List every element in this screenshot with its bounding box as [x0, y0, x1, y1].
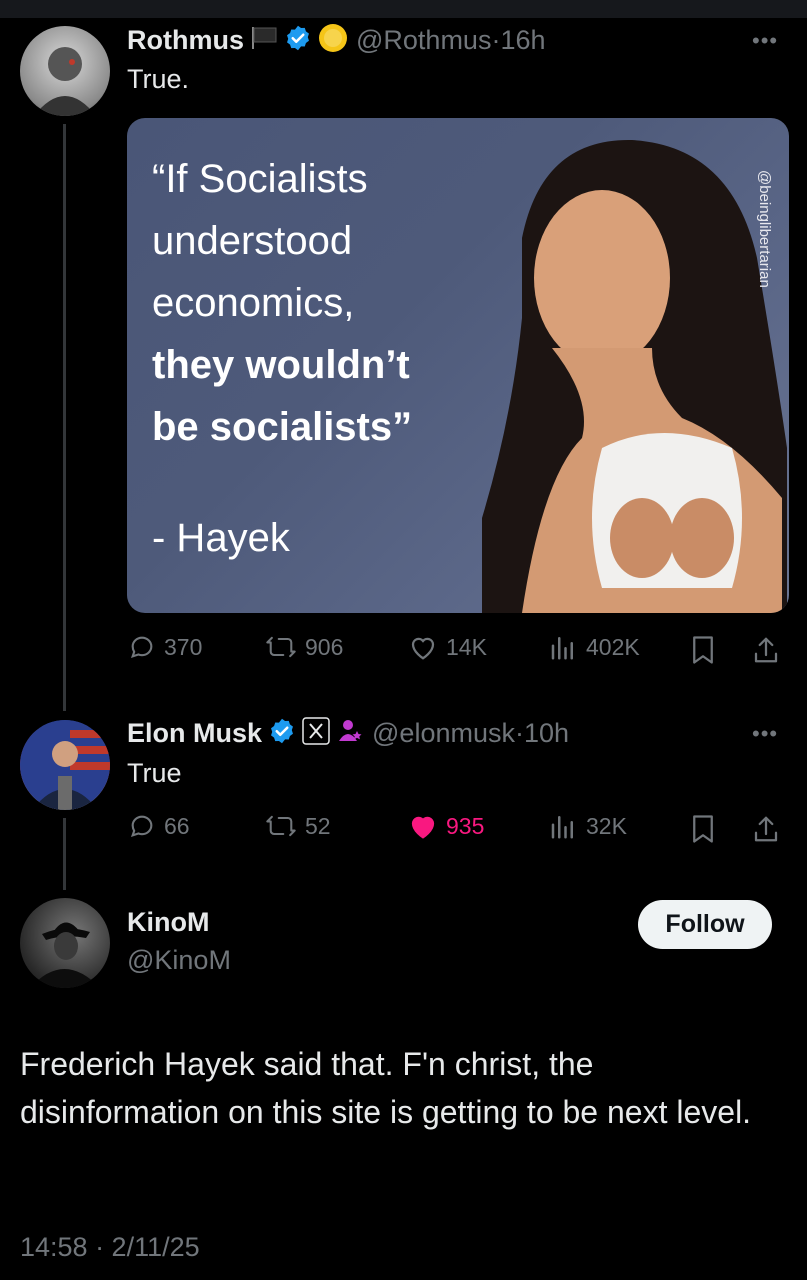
tweet-text: True. — [127, 64, 190, 94]
like-button[interactable]: 14K — [408, 633, 487, 661]
post-time[interactable]: 16h — [500, 25, 545, 56]
quote-line: be socialists” — [152, 405, 413, 449]
views-count: 402K — [586, 633, 640, 660]
bookmark-button[interactable] — [690, 635, 724, 665]
like-count: 14K — [446, 633, 487, 660]
like-count: 935 — [446, 812, 485, 839]
author-handle[interactable]: @Rothmus — [356, 25, 491, 56]
like-icon — [411, 816, 435, 839]
quote-line: they wouldn’t — [152, 343, 410, 387]
watermark: @beinglibertarian — [756, 170, 773, 288]
quote-text: “If Socialists understood economics, the… — [152, 148, 412, 458]
like-button[interactable]: 935 — [408, 812, 484, 840]
views-count: 32K — [586, 812, 627, 839]
bookmark-icon — [693, 815, 713, 843]
more-icon[interactable]: ••• — [752, 28, 778, 54]
author-name[interactable]: KinoM — [127, 907, 209, 938]
quote-line: “If Socialists — [152, 157, 368, 201]
author-handle[interactable]: @elonmusk — [372, 718, 515, 749]
reply-count: 66 — [164, 812, 190, 839]
views-button[interactable]: 32K — [548, 812, 627, 840]
repost-button[interactable]: 906 — [265, 633, 343, 661]
reply-button[interactable]: 66 — [128, 812, 190, 840]
repost-count: 906 — [305, 633, 344, 660]
x-affiliate-icon — [302, 716, 330, 750]
quote-image[interactable]: “If Socialists understood economics, the… — [127, 118, 789, 613]
follow-button[interactable]: Follow — [638, 900, 772, 949]
reply-count: 370 — [164, 633, 203, 660]
views-icon — [551, 637, 573, 660]
more-icon[interactable]: ••• — [752, 721, 778, 747]
coin-icon — [318, 23, 348, 58]
woman-photo — [482, 139, 787, 613]
like-icon — [411, 637, 435, 660]
share-icon — [754, 637, 778, 663]
repost-count: 52 — [305, 812, 331, 839]
top-strip — [0, 0, 807, 18]
reply-icon — [130, 815, 153, 837]
reply-button[interactable]: 370 — [128, 633, 202, 661]
main-tweet-text: Frederich Hayek said that. F'n christ, t… — [20, 1046, 752, 1130]
bookmark-icon — [693, 636, 713, 664]
avatar-kinom[interactable] — [20, 898, 110, 988]
bookmark-button[interactable] — [690, 814, 724, 844]
reply-icon — [130, 636, 153, 658]
verified-icon — [268, 717, 296, 750]
avatar-rothmus[interactable] — [20, 26, 110, 116]
tweet-text: True — [127, 758, 182, 788]
flag-icon — [250, 25, 278, 56]
post-time[interactable]: 10h — [524, 718, 569, 749]
quote-line: understood — [152, 219, 353, 263]
share-button[interactable] — [752, 814, 788, 844]
repost-button[interactable]: 52 — [265, 812, 331, 840]
repost-icon — [266, 815, 296, 837]
quote-line: economics, — [152, 281, 355, 325]
share-button[interactable] — [752, 635, 788, 665]
avatar-elonmusk[interactable] — [20, 720, 110, 810]
views-button[interactable]: 402K — [548, 633, 640, 661]
quote-attribution: - Hayek — [152, 516, 290, 560]
repost-icon — [266, 636, 296, 658]
author-handle[interactable]: @KinoM — [127, 945, 231, 976]
thread-line — [63, 124, 66, 711]
verified-icon — [284, 24, 312, 57]
author-name[interactable]: Elon Musk — [127, 718, 262, 749]
author-name[interactable]: Rothmus — [127, 25, 244, 56]
thread-line — [63, 818, 66, 890]
dot-separator: · — [491, 24, 501, 55]
views-icon — [551, 816, 573, 839]
post-timestamp[interactable]: 14:58 · 2/11/25 — [20, 1232, 200, 1263]
dot-separator: · — [514, 717, 524, 748]
account-badge-icon — [336, 717, 364, 750]
share-icon — [754, 816, 778, 842]
